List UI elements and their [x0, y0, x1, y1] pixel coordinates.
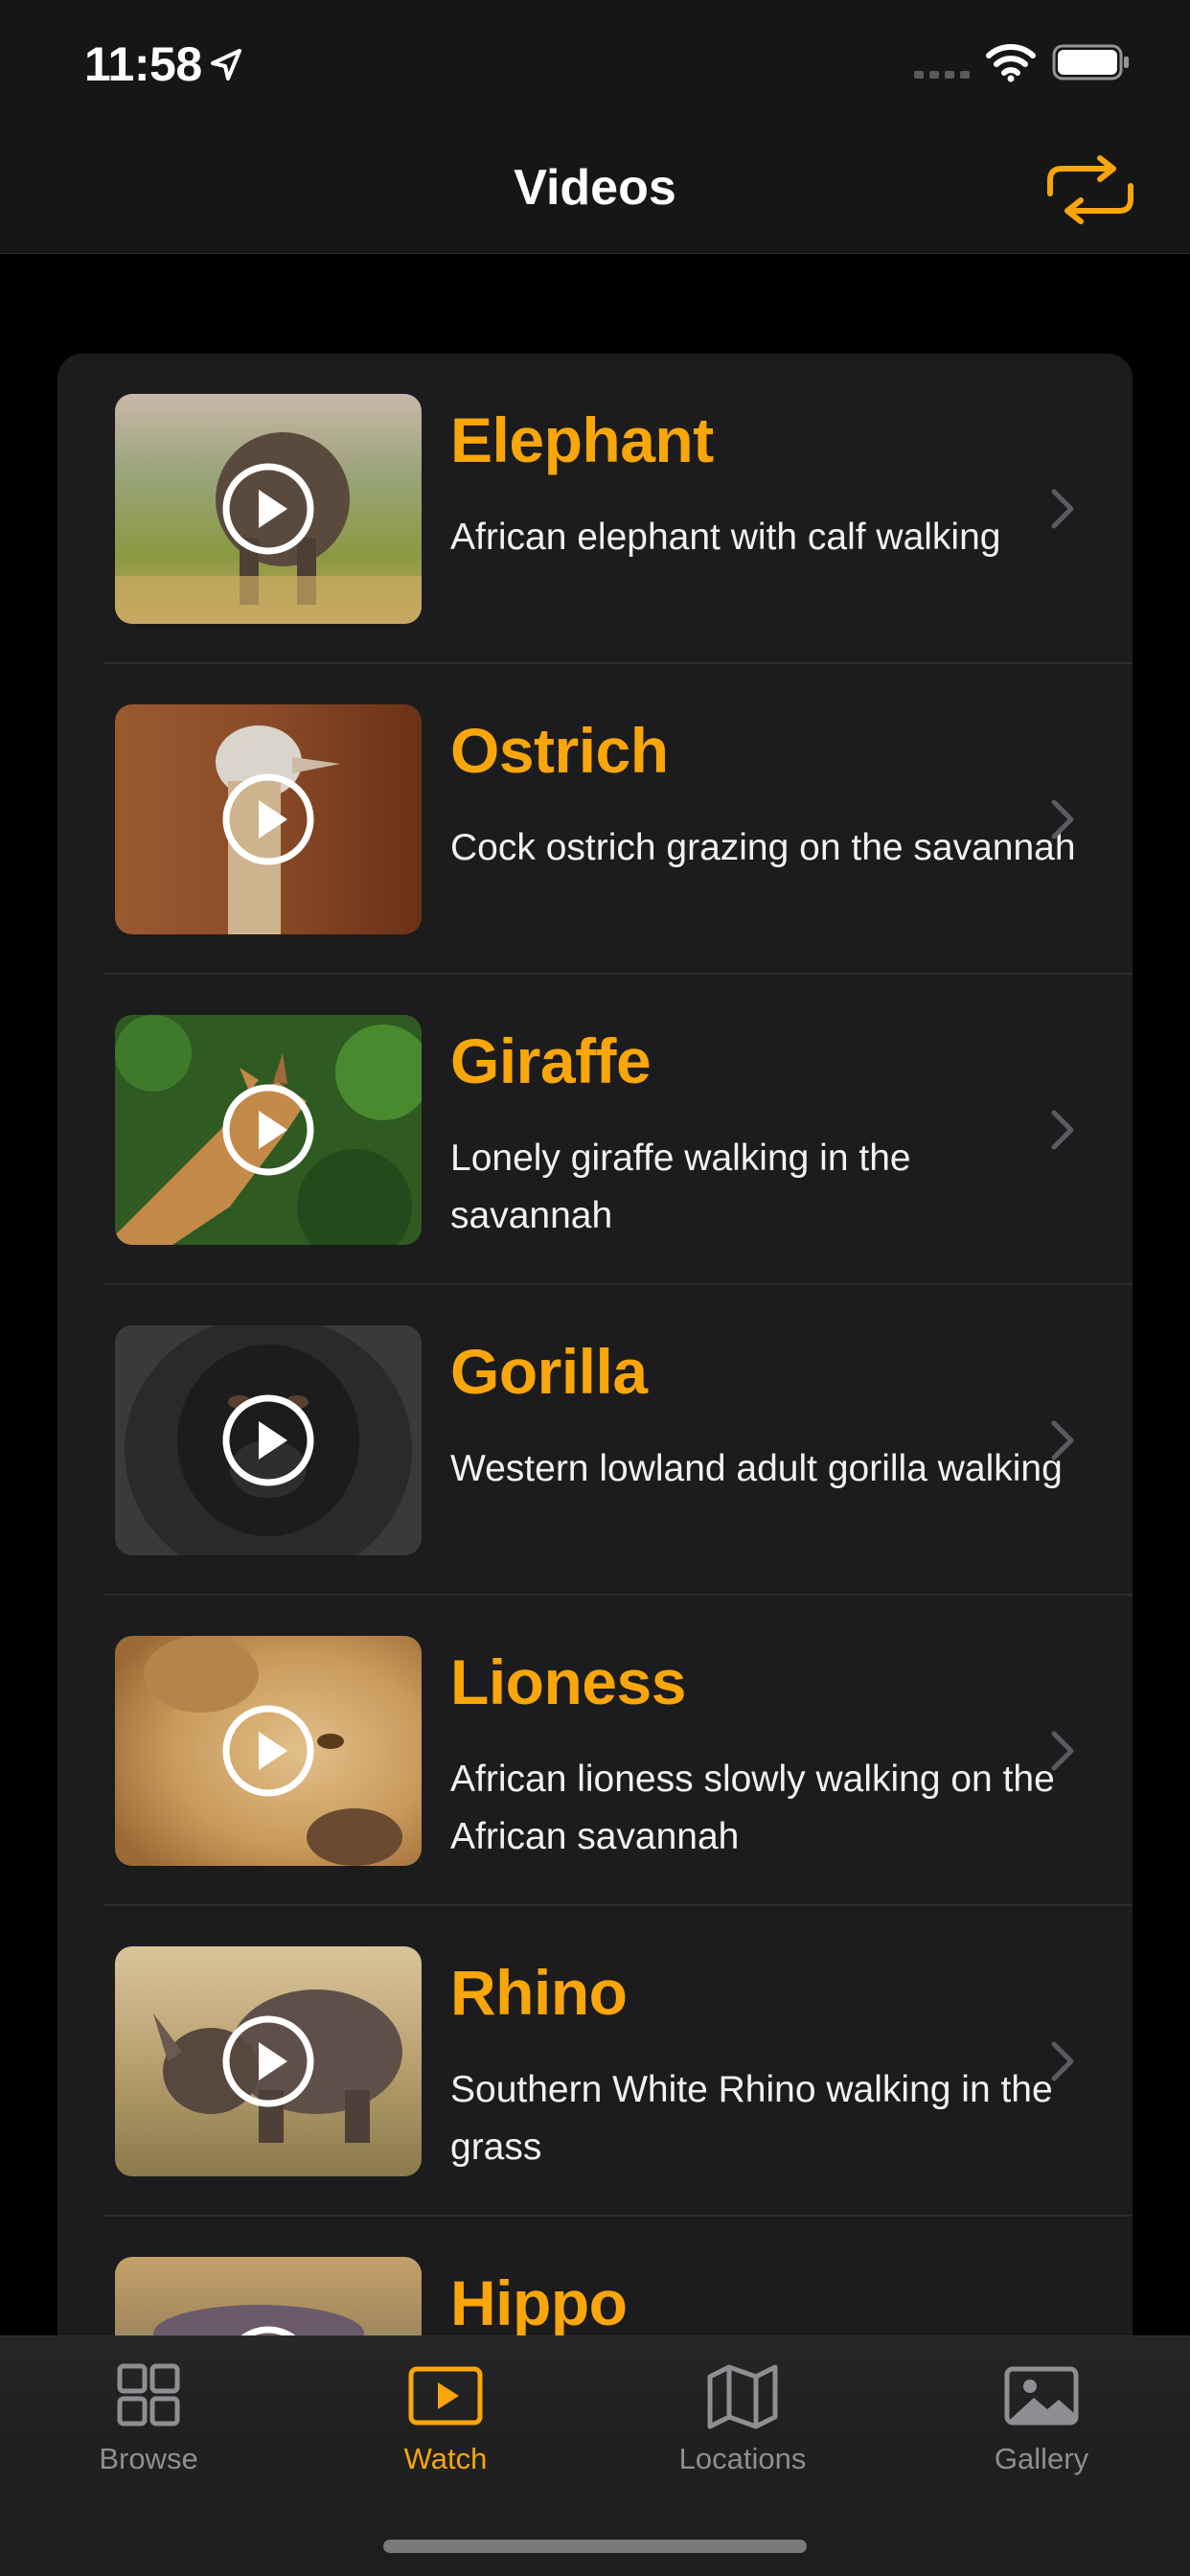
tab-label: Gallery	[994, 2442, 1089, 2475]
play-rectangle-icon	[408, 2366, 483, 2426]
video-row-gorilla[interactable]: Gorilla Western lowland adult gorilla wa…	[57, 1285, 1133, 1596]
play-icon	[222, 463, 314, 555]
video-row-ostrich[interactable]: Ostrich Cock ostrich grazing on the sava…	[57, 664, 1133, 975]
video-row-giraffe[interactable]: Giraffe Lonely giraffe walking in the sa…	[57, 975, 1133, 1285]
tab-browse[interactable]: Browse	[0, 2336, 297, 2528]
video-subtitle: Lonely giraffe walking in the savannah	[450, 1138, 911, 1236]
video-title: Ostrich	[450, 715, 669, 786]
navigation-bar: Videos	[0, 126, 1190, 254]
videos-screen: 11:58 Videos Elephant African elephant w…	[0, 0, 1190, 2576]
repeat-icon[interactable]	[1044, 153, 1136, 226]
video-subtitle: African lioness slowly walking on the Af…	[450, 1759, 1055, 1857]
chevron-right-icon	[1051, 1731, 1074, 1771]
chevron-right-icon	[1051, 2041, 1074, 2082]
photo-icon	[1004, 2366, 1079, 2426]
video-list: Elephant African elephant with calf walk…	[57, 354, 1133, 2576]
tab-locations[interactable]: Locations	[594, 2336, 891, 2528]
video-subtitle: Southern White Rhino walking in the gras…	[450, 2069, 1053, 2168]
video-thumbnail	[115, 1325, 422, 1555]
video-thumbnail	[115, 1015, 422, 1245]
page-title: Videos	[514, 160, 676, 216]
chevron-right-icon	[1051, 1420, 1074, 1460]
tab-label: Watch	[403, 2442, 488, 2475]
play-icon	[222, 1394, 314, 1486]
video-title: Giraffe	[450, 1025, 652, 1096]
video-title: Lioness	[450, 1646, 686, 1717]
tab-label: Locations	[678, 2442, 807, 2475]
tab-bar: Browse Watch Locations Gallery	[0, 2335, 1190, 2576]
play-icon	[222, 773, 314, 865]
cellular-signal-icon	[914, 71, 970, 79]
status-time: 11:58	[84, 37, 202, 91]
location-arrow-icon	[211, 49, 241, 80]
video-title: Hippo	[450, 2267, 628, 2338]
grid-icon	[117, 2363, 180, 2426]
video-row-lioness[interactable]: Lioness African lioness slowly walking o…	[57, 1596, 1133, 1906]
video-thumbnail	[115, 1636, 422, 1866]
video-title: Elephant	[450, 404, 714, 475]
tab-watch[interactable]: Watch	[297, 2336, 594, 2528]
play-icon	[222, 1705, 314, 1797]
video-subtitle: Cock ostrich grazing on the savannah	[450, 827, 1076, 868]
video-row-elephant[interactable]: Elephant African elephant with calf walk…	[57, 354, 1133, 664]
video-title: Gorilla	[450, 1336, 648, 1407]
play-icon	[222, 2015, 314, 2107]
tab-label: Browse	[99, 2442, 198, 2475]
video-subtitle: Western lowland adult gorilla walking	[450, 1448, 1063, 1489]
home-indicator[interactable]	[383, 2540, 807, 2553]
video-thumbnail	[115, 704, 422, 934]
wifi-icon	[986, 44, 1036, 82]
video-row-rhino[interactable]: Rhino Southern White Rhino walking in th…	[57, 1906, 1133, 2217]
chevron-right-icon	[1051, 489, 1074, 529]
tab-gallery[interactable]: Gallery	[893, 2336, 1190, 2528]
play-icon	[222, 1084, 314, 1176]
video-subtitle: African elephant with calf walking	[450, 517, 1001, 558]
video-thumbnail	[115, 394, 422, 624]
video-thumbnail	[115, 1946, 422, 2176]
status-bar: 11:58	[0, 0, 1190, 126]
map-icon	[707, 2364, 778, 2429]
chevron-right-icon	[1051, 799, 1074, 840]
chevron-right-icon	[1051, 1110, 1074, 1150]
battery-icon	[1052, 44, 1129, 80]
video-title: Rhino	[450, 1957, 628, 2028]
